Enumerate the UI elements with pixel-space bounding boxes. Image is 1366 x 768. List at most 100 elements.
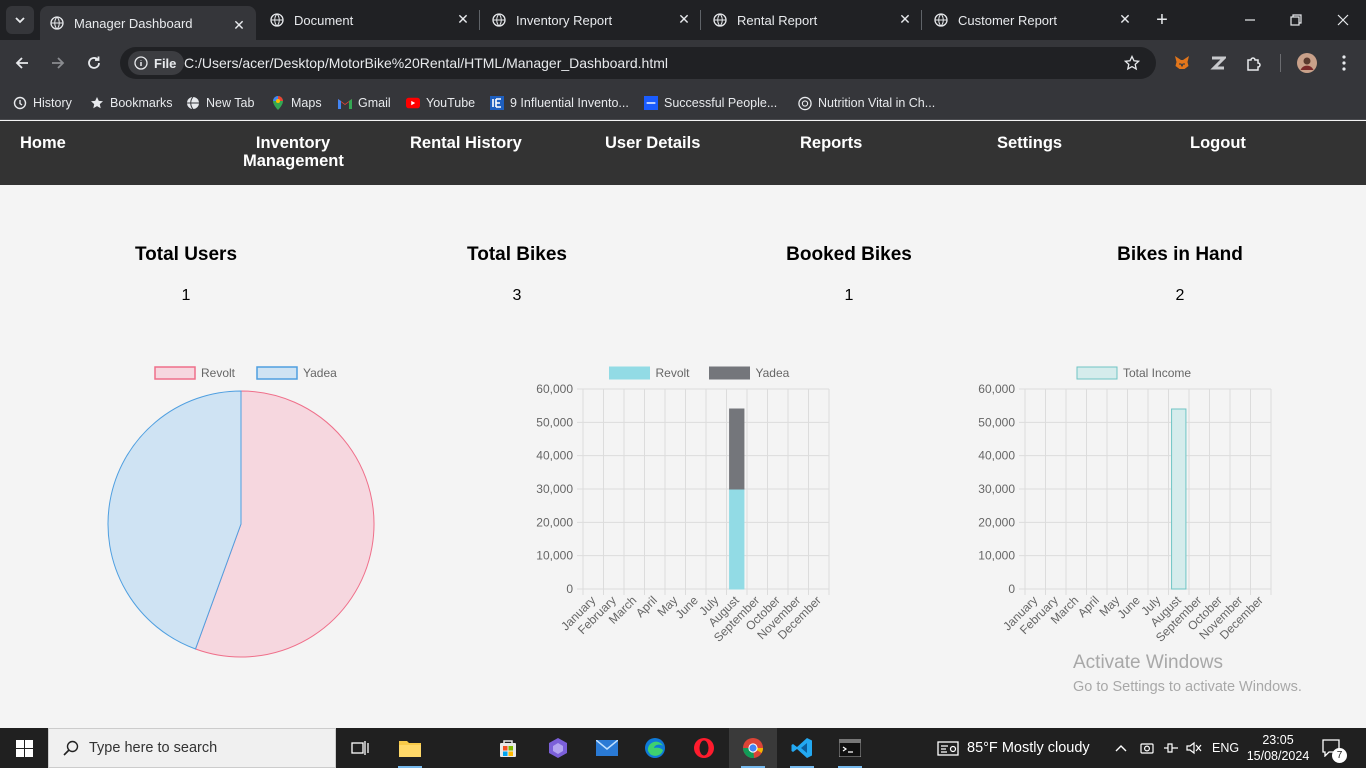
taskbar-edge[interactable] xyxy=(631,728,679,768)
zotero-extension[interactable] xyxy=(1207,52,1229,74)
tab-manager-dashboard[interactable]: Manager Dashboard ✕ xyxy=(40,6,256,40)
close-icon[interactable]: ✕ xyxy=(677,12,691,26)
bookmark-successful-people[interactable]: Successful People... xyxy=(644,92,777,114)
site-info-label: File xyxy=(154,55,177,71)
url-text[interactable]: C:/Users/acer/Desktop/MotorBike%20Rental… xyxy=(184,55,668,71)
close-icon[interactable]: ✕ xyxy=(898,12,912,26)
nav-user-details[interactable]: User Details xyxy=(605,134,700,152)
minimize-button[interactable] xyxy=(1240,10,1260,30)
tab-document[interactable]: Document ✕ xyxy=(258,0,480,40)
back-button[interactable] xyxy=(11,52,33,74)
address-bar[interactable]: File C:/Users/acer/Desktop/MotorBike%20R… xyxy=(120,47,1156,79)
tab-customer-report[interactable]: Customer Report ✕ xyxy=(922,0,1142,40)
bookmark-bookmarks[interactable]: Bookmarks xyxy=(90,92,173,114)
clock-time: 23:05 xyxy=(1262,733,1294,747)
task-view-button[interactable] xyxy=(336,728,384,768)
notification-count-badge: 7 xyxy=(1332,748,1347,763)
taskbar-terminal[interactable] xyxy=(826,728,874,768)
taskbar-store[interactable] xyxy=(484,728,532,768)
metamask-extension[interactable] xyxy=(1171,52,1193,74)
task-view-icon xyxy=(351,741,369,755)
z-icon xyxy=(1210,56,1226,70)
profile-avatar[interactable] xyxy=(1296,52,1318,74)
taskbar-chrome[interactable] xyxy=(729,728,777,768)
close-icon[interactable]: ✕ xyxy=(456,12,470,26)
extensions-button[interactable] xyxy=(1243,52,1265,74)
tray-language[interactable]: ENG xyxy=(1212,728,1239,768)
taskbar-mail[interactable] xyxy=(583,728,631,768)
y-tick-label: 30,000 xyxy=(536,482,573,496)
taskbar-copilot[interactable] xyxy=(534,728,582,768)
tab-inventory-report[interactable]: Inventory Report ✕ xyxy=(480,0,701,40)
tray-camera[interactable] xyxy=(1140,728,1154,768)
reload-button[interactable] xyxy=(83,52,105,74)
tray-volume[interactable] xyxy=(1186,728,1202,768)
vscode-icon xyxy=(791,738,812,758)
bookmarks-bar: History Bookmarks New Tab Maps Gmail You… xyxy=(0,86,1366,120)
site-info-chip[interactable]: File xyxy=(128,51,185,75)
tab-search-button[interactable] xyxy=(6,6,34,34)
restore-button[interactable] xyxy=(1286,10,1306,30)
taskbar-opera[interactable] xyxy=(680,728,728,768)
nav-inventory-line1: Inventory xyxy=(255,134,331,152)
y-tick-label: 40,000 xyxy=(978,449,1015,463)
globe-icon xyxy=(934,13,948,27)
nav-home[interactable]: Home xyxy=(20,134,66,152)
menu-button[interactable] xyxy=(1333,52,1355,74)
monthly-brand-bar-chart: Revolt Yadea 0 10,000 20,000 30,000 40,000 50,0… xyxy=(536,366,830,645)
nav-logout[interactable]: Logout xyxy=(1190,134,1246,152)
avatar-icon xyxy=(1297,53,1317,73)
terminal-icon xyxy=(839,739,861,757)
nav-rental-history[interactable]: Rental History xyxy=(410,134,522,152)
volume-muted-icon xyxy=(1186,741,1202,755)
y-tick-label: 20,000 xyxy=(536,515,573,529)
legend-label: Yadea xyxy=(756,366,790,380)
tray-battery[interactable] xyxy=(1162,728,1180,768)
taskbar-file-explorer[interactable] xyxy=(386,728,434,768)
search-icon xyxy=(63,740,79,756)
monthly-income-bar-chart: Total Income 0 10,000 20,000 30,000 40,000 50,… xyxy=(978,366,1272,645)
bookmark-youtube[interactable]: YouTube xyxy=(406,92,475,114)
close-icon[interactable]: ✕ xyxy=(1118,12,1132,26)
legend-swatch xyxy=(609,366,650,380)
stat-value: 2 xyxy=(1175,287,1185,304)
nav-inventory-line2: Management xyxy=(243,152,344,170)
forward-button[interactable] xyxy=(47,52,69,74)
y-tick-label: 50,000 xyxy=(978,415,1015,429)
new-tab-button[interactable]: + xyxy=(1152,10,1172,30)
bookmark-maps[interactable]: Maps xyxy=(271,92,322,114)
bookmark-influential-inventory[interactable]: 9 Influential Invento... xyxy=(490,92,629,114)
star-icon xyxy=(90,96,104,110)
nav-reports[interactable]: Reports xyxy=(800,134,862,152)
windows-taskbar: Type here to search 85°F Mostly cloudy E… xyxy=(0,728,1366,768)
chevron-up-icon xyxy=(1115,745,1127,752)
star-icon[interactable] xyxy=(1124,55,1140,71)
bookmark-history[interactable]: History xyxy=(13,92,72,114)
reload-icon xyxy=(88,56,100,69)
openai-icon xyxy=(798,96,812,110)
show-hidden-icons-button[interactable] xyxy=(1114,728,1128,768)
weather-text: 85°F Mostly cloudy xyxy=(967,740,1090,756)
start-button[interactable] xyxy=(0,728,48,768)
opera-icon xyxy=(694,738,714,758)
weather-widget[interactable]: 85°F Mostly cloudy xyxy=(937,728,1090,768)
bar xyxy=(729,488,745,590)
gmail-icon xyxy=(338,96,352,110)
close-icon[interactable]: ✕ xyxy=(232,18,246,32)
taskbar-search[interactable]: Type here to search xyxy=(48,728,336,768)
bookmark-gmail[interactable]: Gmail xyxy=(338,92,391,114)
edge-icon xyxy=(645,738,665,758)
legend-label: Revolt xyxy=(656,366,691,380)
window-close-button[interactable] xyxy=(1333,10,1353,30)
nav-inventory-management[interactable]: Inventory Management xyxy=(243,134,344,170)
arrow-right-icon xyxy=(52,57,65,69)
bookmark-new-tab[interactable]: New Tab xyxy=(186,92,254,114)
tray-clock[interactable]: 23:05 15/08/2024 xyxy=(1247,728,1310,768)
notification-center-button[interactable]: 7 xyxy=(1322,728,1347,768)
windows-logo-icon xyxy=(15,739,33,757)
taskbar-vscode[interactable] xyxy=(778,728,826,768)
bookmark-nutrition-vital[interactable]: Nutrition Vital in Ch... xyxy=(798,92,935,114)
tab-rental-report[interactable]: Rental Report ✕ xyxy=(701,0,922,40)
nav-settings[interactable]: Settings xyxy=(997,134,1062,152)
bar xyxy=(1171,408,1187,590)
